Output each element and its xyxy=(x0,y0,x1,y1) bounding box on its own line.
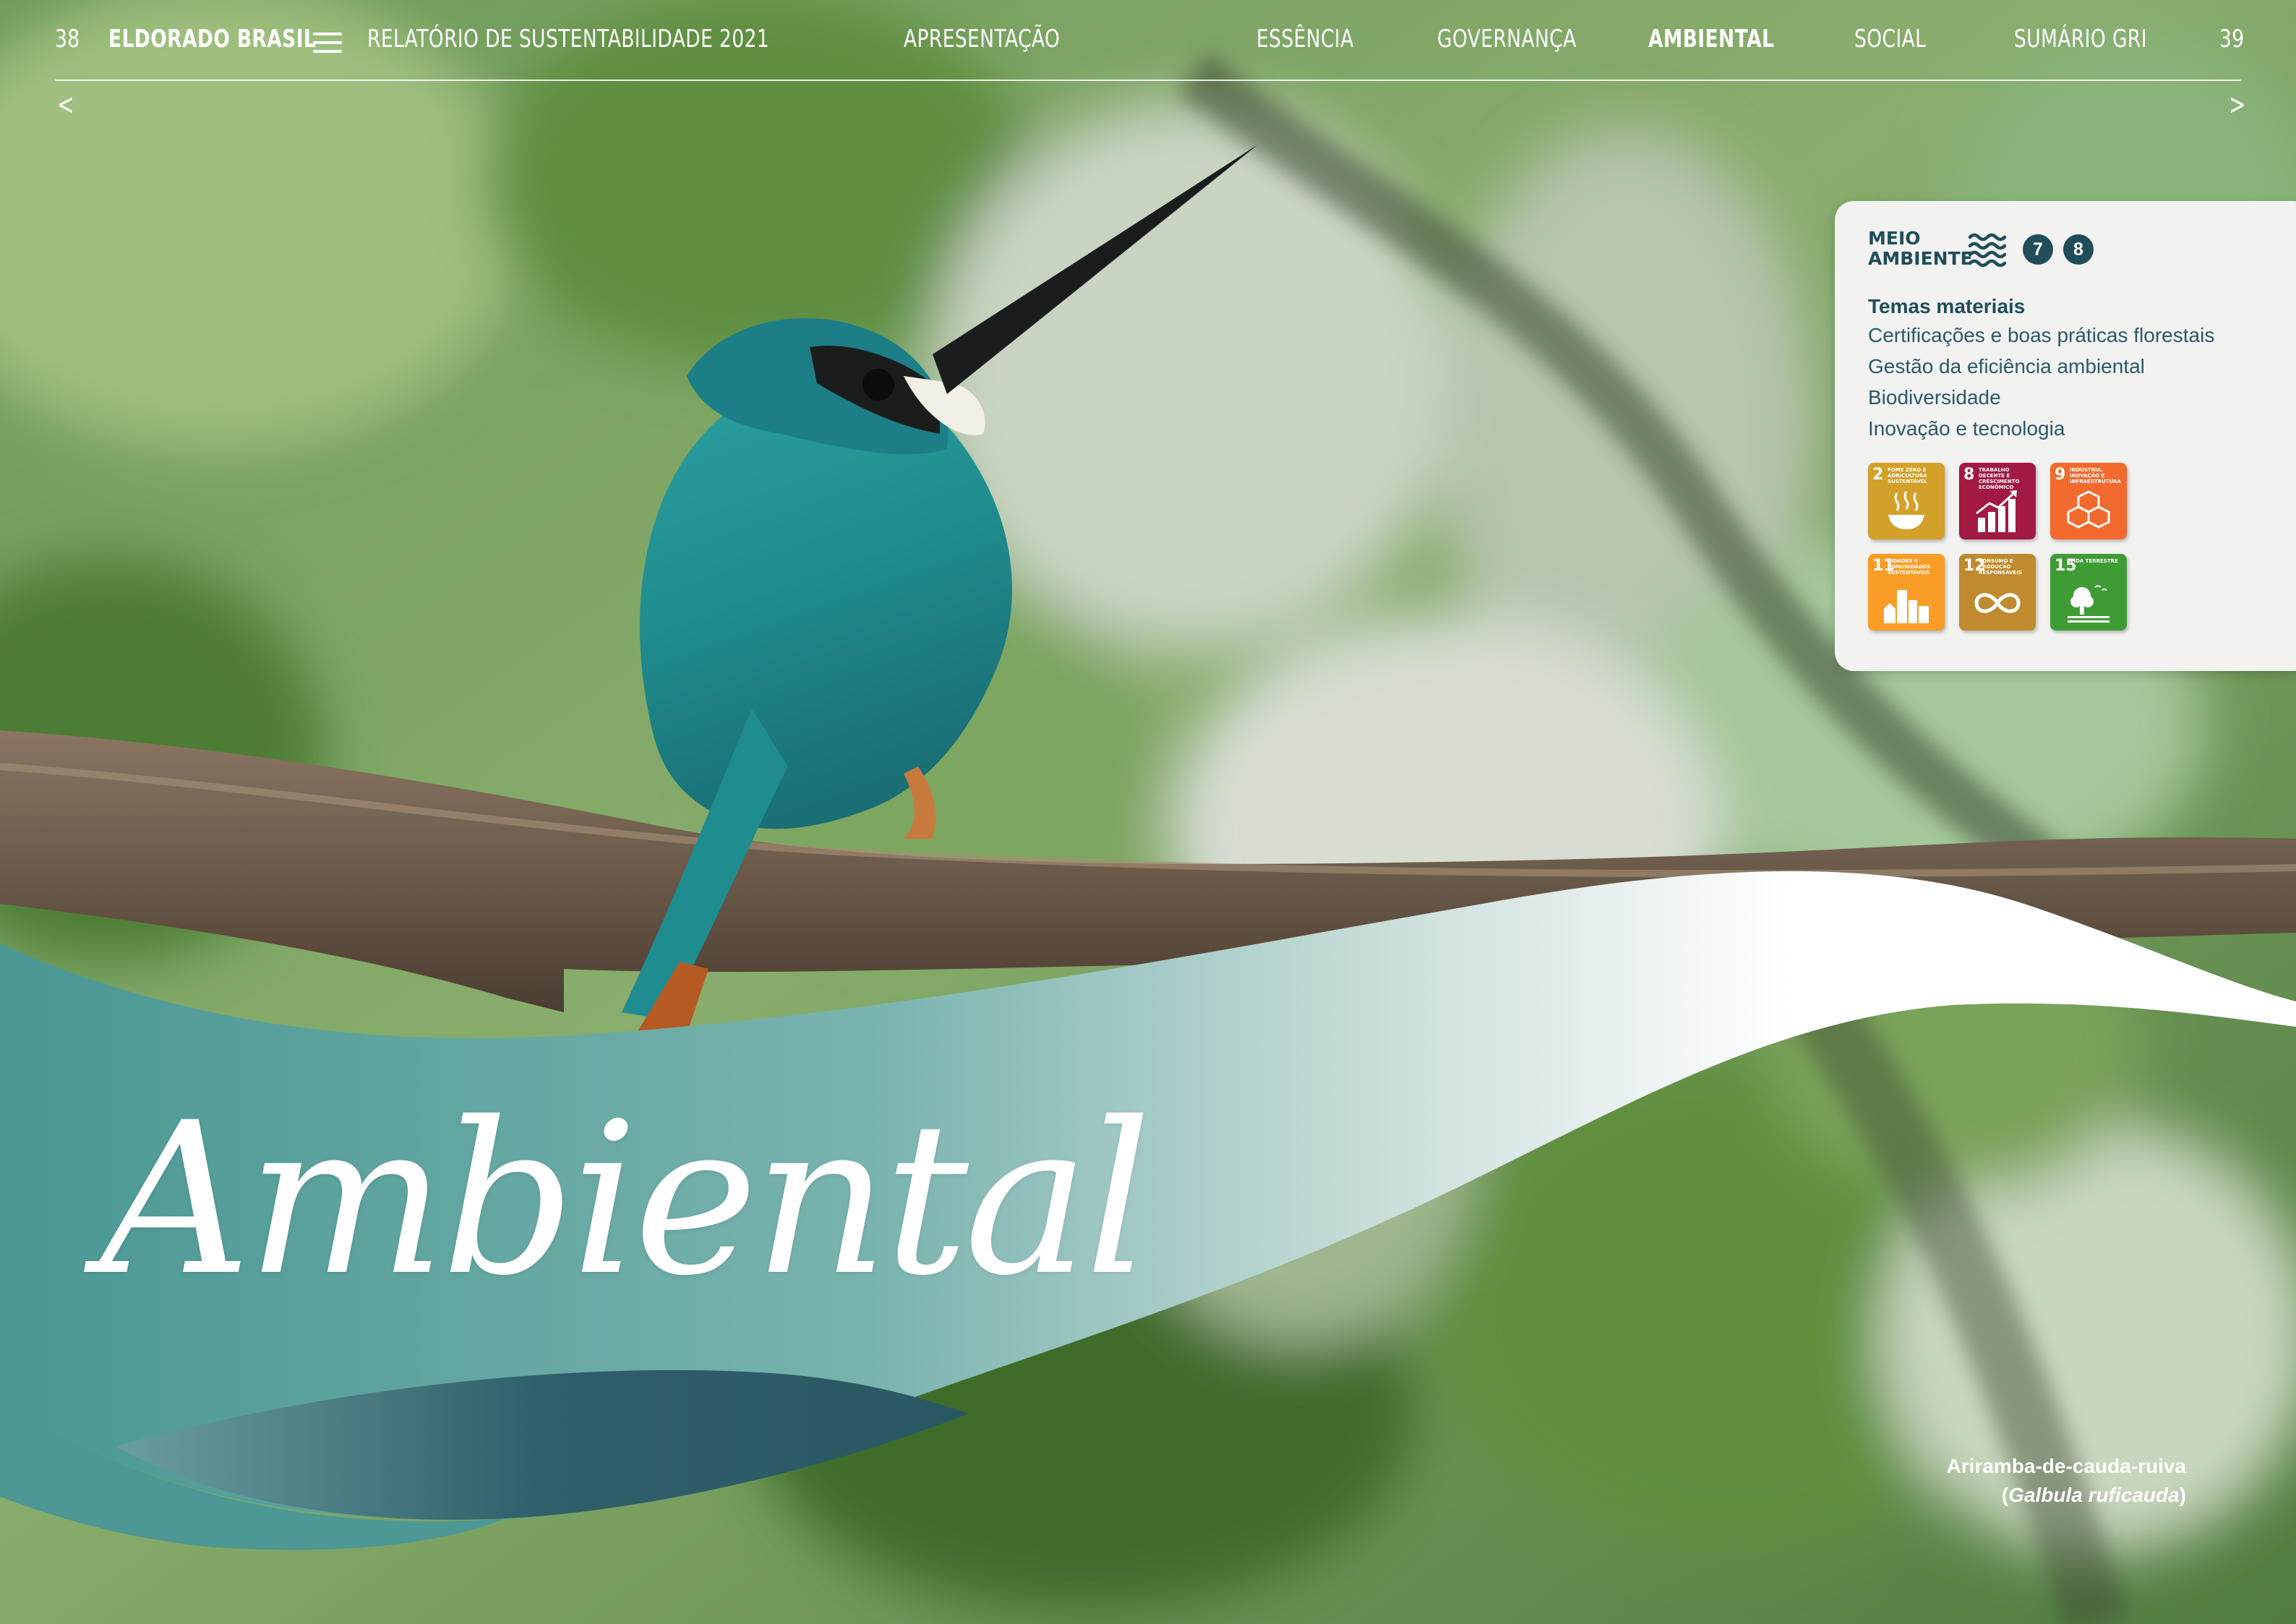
topic-item: Inovação e tecnologia xyxy=(1868,417,2065,440)
card-title: MEIO AMBIENTE xyxy=(1868,228,1973,269)
photo-caption: Ariramba-de-cauda-ruiva (Galbula ruficau… xyxy=(1947,1452,2186,1510)
sdg-11-tile[interactable]: 11 CIDADES E COMUNIDADES SUSTENTÁVEIS xyxy=(1868,554,1945,631)
caption-scientific-name: (Galbula ruficauda) xyxy=(2001,1484,2186,1506)
topic-item: Gestão da eficiência ambiental xyxy=(1868,355,2145,377)
prev-page-arrow[interactable]: < xyxy=(57,88,74,121)
badge-7: 7 xyxy=(2023,234,2053,265)
page-number-right: 39 xyxy=(2219,25,2245,54)
city-icon xyxy=(1884,590,1929,623)
nav-item-essencia[interactable]: ESSÊNCIA xyxy=(1256,25,1354,54)
info-card: MEIO AMBIENTE 7 8 Temas materiais Certif… xyxy=(1835,201,2296,671)
top-navigation: 38 ELDORADO BRASIL RELATÓRIO DE SUSTENTA… xyxy=(0,0,2296,83)
water-waves-icon xyxy=(1968,233,2007,268)
infinity-icon xyxy=(1974,593,2021,613)
growth-chart-icon xyxy=(1976,490,2017,532)
cubes-icon xyxy=(2067,490,2110,529)
nav-item-sumario-gri[interactable]: SUMÁRIO GRI xyxy=(2014,25,2147,54)
nav-item-ambiental[interactable]: AMBIENTAL xyxy=(1648,25,1774,54)
nav-item-governanca[interactable]: GOVERNANÇA xyxy=(1437,25,1577,54)
nav-divider xyxy=(55,80,2241,81)
card-header: MEIO AMBIENTE 7 8 xyxy=(1868,228,2296,272)
topic-item: Certificações e boas práticas florestais xyxy=(1868,324,2215,346)
caption-common-name: Ariramba-de-cauda-ruiva xyxy=(1946,1455,2186,1477)
sdg-15-tile[interactable]: 15 VIDA TERRESTRE xyxy=(2050,554,2127,631)
bowl-icon xyxy=(1888,491,1924,529)
sdg-8-tile[interactable]: 8 TRABALHO DECENTE E CRESCIMENTO ECONÔMI… xyxy=(1959,463,2036,539)
page: 38 ELDORADO BRASIL RELATÓRIO DE SUSTENTA… xyxy=(0,0,2296,1624)
next-page-arrow[interactable]: > xyxy=(2229,88,2245,121)
report-title: RELATÓRIO DE SUSTENTABILIDADE 2021 xyxy=(367,25,770,54)
hamburger-menu-icon[interactable] xyxy=(313,33,342,53)
sdg-2-tile[interactable]: 2 FOME ZERO E AGRICULTURA SUSTENTÁVEL xyxy=(1868,463,1945,539)
topics-title: Temas materiais xyxy=(1868,295,2026,317)
nav-item-social[interactable]: SOCIAL xyxy=(1854,25,1926,54)
brand-name[interactable]: ELDORADO BRASIL xyxy=(108,25,316,54)
section-title: Ambiental xyxy=(100,1078,1152,1322)
topic-item: Biodiversidade xyxy=(1868,386,2001,409)
nav-item-apresentacao[interactable]: APRESENTAÇÃO xyxy=(904,25,1060,54)
sdg-9-tile[interactable]: 9 INDÚSTRIA, INOVAÇÃO E INFRAESTRUTURA xyxy=(2050,463,2127,539)
tree-icon xyxy=(2068,585,2109,623)
page-number-left: 38 xyxy=(55,25,80,54)
badge-8: 8 xyxy=(2063,234,2094,265)
sdg-12-tile[interactable]: 12 CONSUMO E PRODUÇÃO RESPONSÁVEIS xyxy=(1959,554,2036,631)
